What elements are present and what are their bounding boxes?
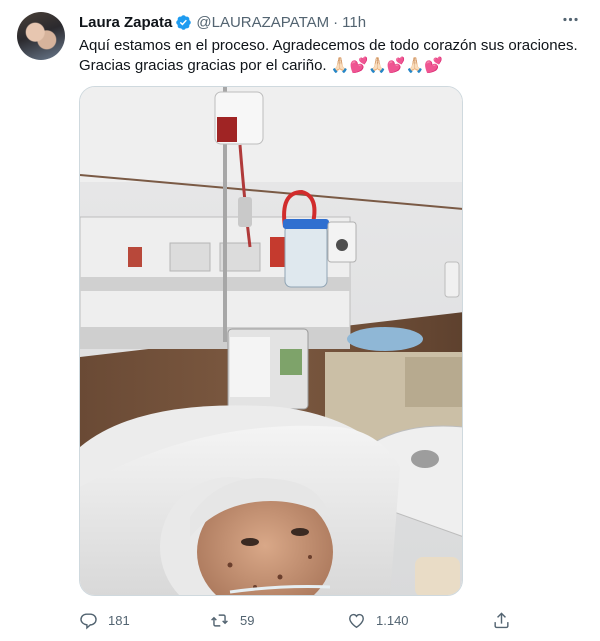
tweet-time[interactable]: 11h (342, 14, 366, 31)
tweet-photo[interactable] (79, 86, 463, 596)
share-button[interactable] (492, 611, 511, 630)
tweet-text-line: Gracias gracias gracias por el cariño. 🙏… (79, 57, 443, 74)
tweet-header: Laura Zapata @LAURAZAPATAM · 11h (79, 12, 584, 32)
reply-button[interactable]: 181 (79, 611, 209, 630)
tweet-text-line: Aquí estamos en el proceso. Agradecemos … (79, 37, 578, 54)
tweet-text: Aquí estamos en el proceso. Agradecemos … (79, 36, 584, 76)
more-icon[interactable] (561, 10, 580, 33)
reply-icon (79, 611, 98, 630)
avatar[interactable] (17, 12, 65, 60)
like-count: 1.140 (376, 612, 409, 628)
author-name[interactable]: Laura Zapata (79, 14, 172, 31)
retweet-button[interactable]: 59 (209, 611, 347, 630)
reply-count: 181 (108, 612, 130, 628)
share-icon (492, 611, 511, 630)
verified-badge-icon (175, 14, 192, 31)
like-icon (347, 611, 366, 630)
retweet-count: 59 (240, 612, 255, 628)
hospital-room-photo (80, 87, 462, 595)
separator-dot: · (333, 13, 339, 31)
tweet-actions: 181 59 1.140 (79, 606, 584, 634)
like-button[interactable]: 1.140 (347, 611, 492, 630)
author-handle[interactable]: @LAURAZAPATAM (196, 14, 329, 31)
retweet-icon (209, 611, 230, 630)
